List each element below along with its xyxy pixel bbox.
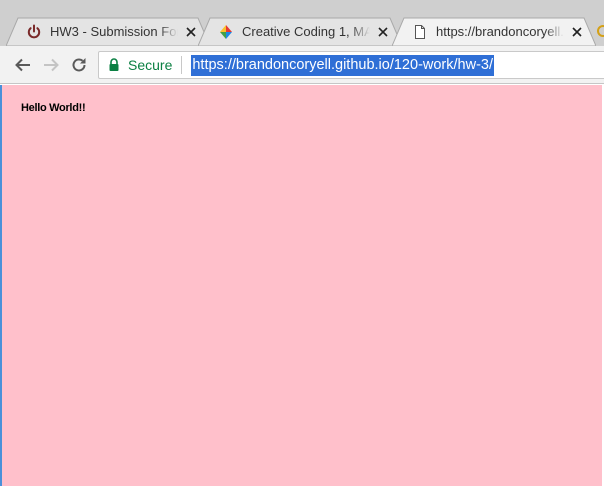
close-icon[interactable]	[376, 25, 390, 39]
lock-icon[interactable]	[108, 57, 122, 73]
tab-title: HW3 - Submission Forum	[50, 24, 178, 39]
tab-strip: HW3 - Submission Forum Creative Coding 1…	[0, 0, 604, 46]
arrow-left-icon[interactable]	[13, 55, 33, 75]
tab-active-page[interactable]: https://brandoncoryell.github.io/120-wor…	[392, 17, 596, 46]
power-icon	[26, 24, 42, 40]
browser-toolbar: Secure https://brandoncoryell.github.io/…	[0, 46, 604, 84]
url-text-selected[interactable]: https://brandoncoryell.github.io/120-wor…	[191, 54, 494, 76]
reload-icon[interactable]	[69, 55, 89, 75]
close-icon[interactable]	[184, 25, 198, 39]
secure-label[interactable]: Secure	[128, 57, 172, 73]
omnibox-divider	[181, 56, 183, 74]
tab-title: https://brandoncoryell.github.io/120-wor…	[436, 24, 564, 39]
page-viewport: Hello World!!	[0, 85, 604, 486]
colorful-diamond-icon	[218, 24, 234, 40]
close-icon[interactable]	[570, 25, 584, 39]
partial-tab-icon[interactable]	[596, 24, 604, 38]
page-heading: Hello World!!	[21, 102, 86, 114]
tab-hw3-submission-forum[interactable]: HW3 - Submission Forum	[6, 17, 210, 46]
arrow-right-icon[interactable]	[41, 55, 61, 75]
tab-title: Creative Coding 1, MART	[242, 24, 370, 39]
tab-creative-coding[interactable]: Creative Coding 1, MART	[198, 17, 402, 46]
address-bar[interactable]: Secure https://brandoncoryell.github.io/…	[98, 51, 604, 79]
page-icon	[412, 24, 428, 40]
